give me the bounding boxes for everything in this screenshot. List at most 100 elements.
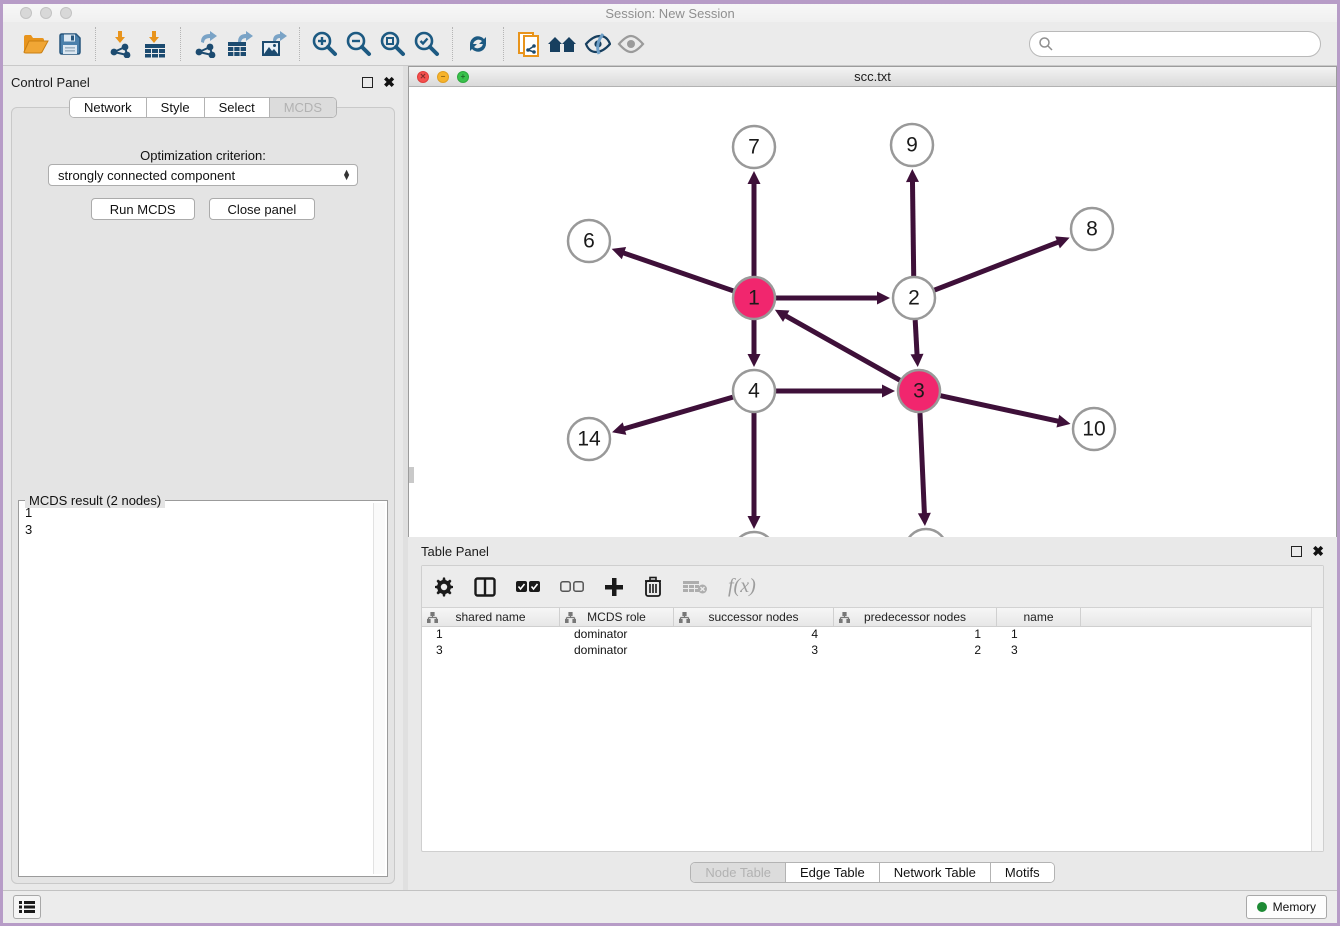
dropdown-stepper-icon: ▲▼: [342, 170, 351, 180]
main-toolbar: [3, 22, 1337, 66]
cell-shared-name[interactable]: 1: [422, 627, 560, 643]
zoom-out-icon[interactable]: [342, 28, 376, 60]
column-header-shared-name[interactable]: shared name: [422, 608, 560, 626]
tab-mcds[interactable]: MCDS: [270, 98, 336, 117]
zoom-in-icon[interactable]: [308, 28, 342, 60]
table-panel: Table Panel ✖: [408, 537, 1337, 890]
edge-3-11[interactable]: [920, 413, 924, 515]
float-panel-icon[interactable]: [362, 77, 373, 88]
edge-4-14[interactable]: [623, 397, 733, 429]
status-bar: Memory: [3, 890, 1337, 923]
node-label-9: 9: [906, 134, 918, 157]
table-scrollbar[interactable]: [1311, 608, 1323, 851]
node-label-2: 2: [908, 287, 920, 310]
control-panel-tabs: NetworkStyleSelectMCDS: [69, 97, 337, 118]
node-label-10: 10: [1082, 418, 1105, 441]
tab-motifs[interactable]: Motifs: [991, 863, 1054, 882]
edge-arrowhead: [906, 169, 919, 182]
optimization-criterion-label: Optimization criterion:: [12, 148, 394, 163]
canvas-vscroll-thumb[interactable]: [409, 467, 414, 483]
import-network-icon[interactable]: [104, 28, 138, 60]
add-column-icon[interactable]: [604, 574, 624, 600]
list-icon: [19, 900, 35, 914]
show-all-eye-icon[interactable]: [614, 28, 648, 60]
edge-2-9[interactable]: [912, 180, 913, 276]
optimization-criterion-select[interactable]: strongly connected component ▲▼: [48, 164, 358, 186]
search-input[interactable]: [1054, 34, 1320, 54]
edge-2-3[interactable]: [915, 320, 917, 356]
zoom-selected-icon[interactable]: [410, 28, 444, 60]
cell-successor-nodes[interactable]: 4: [674, 627, 834, 643]
node-table: shared nameMCDS rolesuccessor nodesprede…: [422, 608, 1311, 851]
toolbar-separator: [299, 27, 300, 61]
tab-edge-table[interactable]: Edge Table: [786, 863, 880, 882]
cell-successor-nodes[interactable]: 3: [674, 643, 834, 659]
first-neighbors-icon[interactable]: [546, 28, 580, 60]
edge-3-10[interactable]: [940, 396, 1059, 422]
zoom-fit-icon[interactable]: [376, 28, 410, 60]
mcds-panel: Optimization criterion: strongly connect…: [11, 107, 395, 884]
edge-1-6[interactable]: [622, 252, 733, 290]
cell-name[interactable]: 3: [997, 643, 1081, 659]
hide-selected-eye-icon[interactable]: [580, 28, 614, 60]
cell-predecessor-nodes[interactable]: 2: [834, 643, 997, 659]
delete-column-icon[interactable]: [644, 574, 662, 600]
close-table-panel-icon[interactable]: ✖: [1312, 546, 1324, 557]
edge-arrowhead: [918, 513, 931, 526]
tab-network[interactable]: Network: [70, 98, 147, 117]
edge-2-8[interactable]: [935, 242, 1060, 290]
save-session-icon[interactable]: [53, 28, 87, 60]
run-mcds-button[interactable]: Run MCDS: [91, 198, 195, 220]
node-label-1: 1: [748, 287, 760, 310]
export-table-icon[interactable]: [223, 28, 257, 60]
table-row[interactable]: 3dominator323: [422, 643, 1311, 659]
export-image-icon[interactable]: [257, 28, 291, 60]
refresh-layout-icon[interactable]: [461, 28, 495, 60]
column-header-MCDS-role[interactable]: MCDS role: [560, 608, 674, 626]
float-table-panel-icon[interactable]: [1291, 546, 1302, 557]
table-panel-tabs: Node TableEdge TableNetwork TableMotifs: [690, 862, 1054, 883]
show-columns-icon[interactable]: [474, 574, 496, 600]
cell-name[interactable]: 1: [997, 627, 1081, 643]
cell-MCDS-role[interactable]: dominator: [560, 643, 674, 659]
import-table-icon[interactable]: [138, 28, 172, 60]
result-scrollbar[interactable]: [373, 503, 385, 874]
table-row[interactable]: 1dominator411: [422, 627, 1311, 643]
close-panel-icon[interactable]: ✖: [383, 77, 395, 88]
open-folder-icon[interactable]: [19, 28, 53, 60]
node-label-4: 4: [748, 380, 760, 403]
window-titlebar: Session: New Session: [3, 4, 1337, 22]
tab-node-table[interactable]: Node Table: [691, 863, 786, 882]
network-title: scc.txt: [409, 69, 1336, 84]
cell-predecessor-nodes[interactable]: 1: [834, 627, 997, 643]
edge-arrowhead: [612, 422, 626, 434]
close-panel-button[interactable]: Close panel: [209, 198, 316, 220]
node-table-container: f(x) shared nameMCDS rolesuccessor nodes…: [421, 565, 1324, 852]
edge-arrowhead: [748, 516, 761, 529]
network-canvas[interactable]: 1234678910111415: [409, 87, 1336, 596]
column-header-name[interactable]: name: [997, 608, 1081, 626]
memory-button[interactable]: Memory: [1246, 895, 1327, 919]
search-icon: [1038, 36, 1054, 52]
edge-3-1[interactable]: [784, 315, 899, 380]
tab-network-table[interactable]: Network Table: [880, 863, 991, 882]
node-label-8: 8: [1086, 218, 1098, 241]
tab-select[interactable]: Select: [205, 98, 270, 117]
application-window: Session: New Session: [0, 0, 1340, 926]
clone-network-icon[interactable]: [512, 28, 546, 60]
tab-style[interactable]: Style: [147, 98, 205, 117]
deselect-all-icon[interactable]: [560, 574, 584, 600]
column-header-successor-nodes[interactable]: successor nodes: [674, 608, 834, 626]
network-graph[interactable]: 1234678910111415: [409, 87, 1336, 596]
edge-arrowhead: [877, 292, 890, 305]
export-network-icon[interactable]: [189, 28, 223, 60]
task-history-button[interactable]: [13, 895, 41, 919]
settings-gear-icon[interactable]: [434, 574, 454, 600]
cell-MCDS-role[interactable]: dominator: [560, 627, 674, 643]
control-panel-header: Control Panel ✖: [11, 72, 395, 92]
select-all-icon[interactable]: [516, 574, 540, 600]
cell-shared-name[interactable]: 3: [422, 643, 560, 659]
mcds-result-box: MCDS result (2 nodes) 1 3: [18, 500, 388, 877]
column-header-predecessor-nodes[interactable]: predecessor nodes: [834, 608, 997, 626]
table-panel-title: Table Panel: [421, 544, 489, 559]
